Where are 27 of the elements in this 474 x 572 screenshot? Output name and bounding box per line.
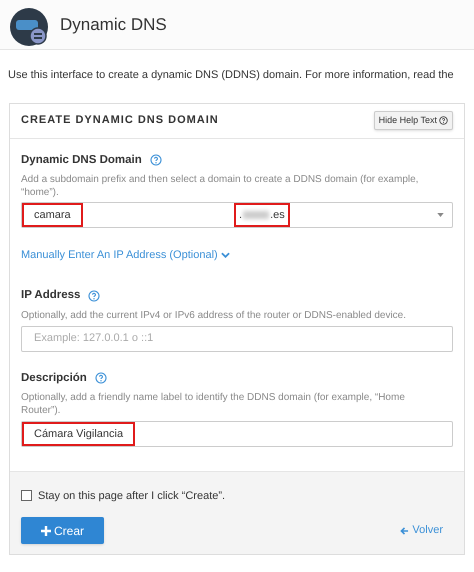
field-label: IP Address <box>21 288 80 304</box>
dropdown-caret-icon <box>437 212 444 217</box>
description-input[interactable]: Cámara Vigilancia <box>21 420 453 447</box>
field-label: Descripción <box>21 370 87 386</box>
checkbox[interactable] <box>21 490 32 502</box>
domain-input-group[interactable]: camara . .es <box>21 202 453 228</box>
dns-app-icon <box>10 8 48 46</box>
help-icon[interactable] <box>150 154 162 166</box>
panel-title: CREATE DYNAMIC DNS DOMAIN <box>21 113 219 128</box>
checkbox-label: Stay on this page after I click “Create”. <box>38 488 226 504</box>
help-icon[interactable] <box>94 372 107 384</box>
page-title: Dynamic DNS <box>60 14 167 36</box>
create-button[interactable]: Crear <box>21 517 104 544</box>
prefix-value: camara <box>22 202 83 227</box>
plus-icon <box>40 526 51 536</box>
intro-text: Use this interface to create a dynamic DNS (DDNS) domain. For more information, read the <box>7 68 455 83</box>
chevron-icon <box>220 252 230 258</box>
help-text: Add a subdomain prefix and then select a domain to create a DDNS domain (for example, “home”). <box>21 172 420 199</box>
help-icon <box>439 116 448 125</box>
arrow-left-icon <box>400 526 410 534</box>
domain-select-value[interactable]: . .es <box>234 202 290 227</box>
hide-help-button[interactable]: Hide Help Text <box>374 111 453 130</box>
help-text: Optionally, add a friendly name label to identify the DDNS domain (for example, “Home Router”). <box>21 390 406 417</box>
blurred-text-icon <box>243 210 270 219</box>
help-icon[interactable] <box>88 290 100 302</box>
help-text: Optionally, add the current IPv4 or IPv6 address of the router or DDNS-enabled device. <box>21 308 406 322</box>
field-label: Dynamic DNS Domain <box>21 152 142 168</box>
